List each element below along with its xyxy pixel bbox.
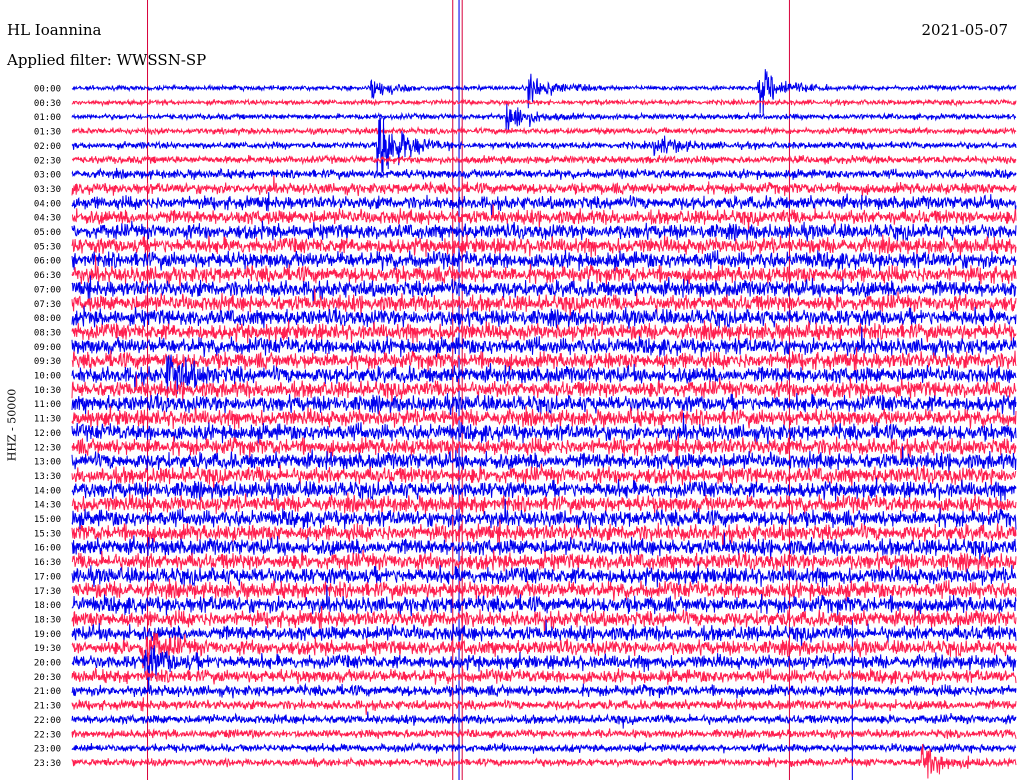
row-label: 16:00 bbox=[34, 544, 61, 554]
seismic-trace bbox=[71, 697, 1017, 715]
row-label: 17:30 bbox=[34, 587, 61, 597]
row-label: 01:00 bbox=[34, 113, 61, 123]
row-label: 12:30 bbox=[34, 443, 61, 453]
row-label: 21:00 bbox=[34, 687, 61, 697]
seismic-trace bbox=[71, 727, 1017, 740]
row-label: 18:30 bbox=[34, 615, 61, 625]
row-label: 15:30 bbox=[34, 529, 61, 539]
row-label: 11:30 bbox=[34, 415, 61, 425]
row-label: 00:00 bbox=[34, 85, 61, 95]
row-label: 06:00 bbox=[34, 257, 61, 267]
row-label: 06:30 bbox=[34, 271, 61, 281]
seismic-trace bbox=[71, 666, 1017, 686]
row-label: 11:00 bbox=[34, 400, 61, 410]
row-label: 07:30 bbox=[34, 300, 61, 310]
row-label: 21:30 bbox=[34, 702, 61, 712]
seismic-trace bbox=[71, 175, 1017, 197]
row-label: 05:00 bbox=[34, 228, 61, 238]
row-label: 04:30 bbox=[34, 214, 61, 224]
row-label: 08:00 bbox=[34, 314, 61, 324]
row-label: 22:30 bbox=[34, 730, 61, 740]
row-label: 13:30 bbox=[34, 472, 61, 482]
seismic-trace bbox=[71, 220, 1017, 242]
row-label: 19:30 bbox=[34, 644, 61, 654]
seismic-trace bbox=[72, 154, 1017, 166]
row-label: 23:00 bbox=[34, 745, 61, 755]
row-label: 22:00 bbox=[34, 716, 61, 726]
row-label: 08:30 bbox=[34, 328, 61, 338]
seismic-trace bbox=[71, 69, 1017, 116]
row-label: 02:30 bbox=[34, 156, 61, 166]
row-label: 17:00 bbox=[34, 572, 61, 582]
row-label: 03:30 bbox=[34, 185, 61, 195]
row-label: 14:30 bbox=[34, 501, 61, 511]
row-label: 14:00 bbox=[34, 486, 61, 496]
row-label: 04:00 bbox=[34, 199, 61, 209]
seismic-trace bbox=[71, 741, 1017, 754]
row-label: 12:00 bbox=[34, 429, 61, 439]
row-label: 13:00 bbox=[34, 458, 61, 468]
helicorder-plot: 00:00 00:30 01:00 01:30 02:00 02:30 03:00 03:30… bbox=[34, 0, 1017, 780]
row-label: 09:30 bbox=[34, 357, 61, 367]
seismic-trace bbox=[71, 97, 1017, 108]
row-label: 09:00 bbox=[34, 343, 61, 353]
seismic-trace bbox=[71, 250, 1017, 272]
seismic-trace bbox=[71, 117, 1017, 173]
row-label: 18:00 bbox=[34, 601, 61, 611]
row-label: 23:30 bbox=[34, 759, 61, 769]
row-label: 19:00 bbox=[34, 630, 61, 640]
row-label: 07:00 bbox=[34, 285, 61, 295]
seismic-trace bbox=[71, 711, 1017, 729]
row-label: 01:30 bbox=[34, 128, 61, 138]
row-label: 20:00 bbox=[34, 659, 61, 669]
row-label: 00:30 bbox=[34, 99, 61, 109]
row-label: 10:30 bbox=[34, 386, 61, 396]
row-label: 20:30 bbox=[34, 673, 61, 683]
seismic-trace bbox=[71, 125, 1017, 137]
row-label: 10:00 bbox=[34, 372, 61, 382]
row-label: 03:00 bbox=[34, 171, 61, 181]
seismic-trace bbox=[71, 347, 1017, 373]
row-label: 16:30 bbox=[34, 558, 61, 568]
row-label: 15:00 bbox=[34, 515, 61, 525]
seismic-trace bbox=[71, 103, 1017, 132]
row-label: 05:30 bbox=[34, 242, 61, 252]
row-label: 02:00 bbox=[34, 142, 61, 152]
seismic-trace bbox=[71, 167, 1017, 181]
seismic-trace bbox=[71, 392, 1017, 416]
seismic-trace bbox=[71, 234, 1017, 258]
